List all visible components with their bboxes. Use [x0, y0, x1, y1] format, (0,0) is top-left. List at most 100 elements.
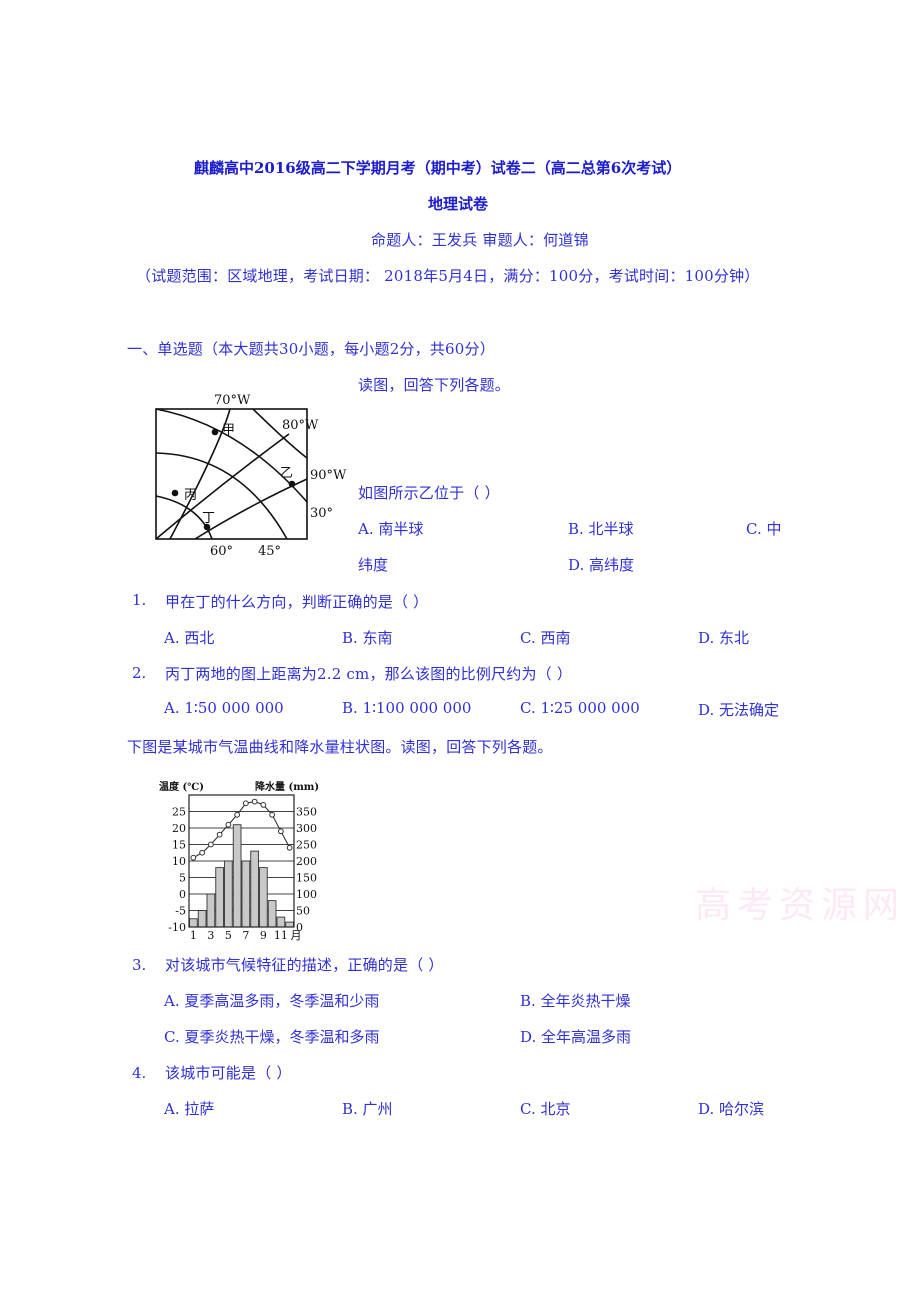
label-45: 45° — [258, 544, 281, 559]
q4-option-b[interactable]: B. 广州 — [342, 1098, 393, 1119]
x-tick-label: 7 — [242, 929, 249, 942]
precip-bar — [285, 921, 294, 928]
label-70w: 70°W — [214, 393, 251, 408]
y2-tick-label: 250 — [296, 839, 317, 852]
x-tick-label: 3 — [207, 929, 214, 942]
q0-option-c[interactable]: C. 中 — [746, 518, 781, 539]
q2-option-d[interactable]: D. 无法确定 — [698, 699, 779, 720]
q1-option-c[interactable]: C. 西南 — [520, 627, 570, 648]
q3-option-c[interactable]: C. 夏季炎热干燥，冬季温和多雨 — [164, 1026, 379, 1047]
temperature-point — [207, 841, 214, 848]
label-yi: 乙 — [280, 466, 293, 481]
precip-bar — [215, 867, 224, 928]
y-tick-label: 0 — [179, 888, 186, 901]
q1-option-a[interactable]: A. 西北 — [164, 627, 214, 648]
watermark: 高考资源网 — [695, 885, 906, 926]
y2-tick-label: 50 — [296, 905, 310, 918]
q3-option-b[interactable]: B. 全年炎热干燥 — [520, 990, 631, 1011]
latitude-line-outer — [252, 408, 308, 459]
x-tick-label: 11 — [274, 929, 288, 942]
section-heading: 一、单选题（本大题共30小题，每小题2分，共60分） — [127, 340, 495, 358]
exam-authors: 命题人：王发兵 审题人：何道锦 — [371, 231, 589, 249]
q2-option-c[interactable]: C. 1∶25 000 000 — [520, 699, 640, 717]
x-tick-label: 1 — [190, 929, 197, 942]
q0-option-a[interactable]: A. 南半球 — [358, 518, 423, 539]
q1-stem: 甲在丁的什么方向，判断正确的是（ ） — [165, 593, 429, 611]
q1-number: 1. — [132, 591, 147, 609]
temperature-point — [225, 821, 232, 828]
y2-tick-label: 100 — [296, 888, 317, 901]
q3-stem: 对该城市气候特征的描述，正确的是（ ） — [165, 956, 444, 974]
q2-number: 2. — [132, 664, 147, 682]
temperature-point — [286, 844, 293, 851]
q3-option-a[interactable]: A. 夏季高温多雨，冬季温和少雨 — [164, 990, 379, 1011]
x-tick-label: 月 — [291, 929, 302, 942]
latlon-grid-map: 70°W 80°W 90°W 30° 60° 45° 甲 乙 丙 丁 — [155, 393, 347, 559]
q0-option-c-cont: 纬度 — [358, 556, 389, 574]
chart-ylabel: 温度 (℃) — [159, 780, 204, 793]
temperature-point — [269, 811, 276, 818]
q4-option-d[interactable]: D. 哈尔滨 — [698, 1098, 764, 1119]
precip-bar — [267, 900, 277, 928]
precip-bar — [241, 860, 251, 928]
temperature-point — [190, 854, 197, 861]
precip-bar — [232, 824, 242, 928]
temperature-point — [242, 800, 249, 807]
precip-bar — [206, 893, 216, 928]
temperature-point — [234, 811, 241, 818]
q1-option-b[interactable]: B. 东南 — [342, 627, 393, 648]
q3-number: 3. — [132, 956, 147, 974]
q4-number: 4. — [132, 1064, 147, 1082]
exam-info: （试题范围：区域地理，考试日期： 2018年5月4日，满分：100分，考试时间：… — [136, 267, 760, 285]
temperature-point — [260, 802, 267, 808]
q4-option-c[interactable]: C. 北京 — [520, 1098, 570, 1119]
climate-chart: 温度 (℃) 降水量 (mm) 2520151050-5-10 35030025… — [159, 780, 319, 942]
precip-bar — [250, 850, 259, 928]
precip-bar — [259, 867, 268, 928]
q2-option-b[interactable]: B. 1∶100 000 000 — [342, 699, 471, 717]
precip-bar — [276, 916, 286, 928]
point-bing — [171, 489, 179, 497]
label-bing: 丙 — [184, 488, 197, 503]
temperature-point — [216, 831, 223, 838]
label-ding: 丁 — [202, 511, 215, 526]
q1-option-d[interactable]: D. 东北 — [698, 627, 749, 648]
precip-bar — [189, 918, 198, 928]
q0-option-d[interactable]: D. 高纬度 — [568, 554, 634, 575]
y2-tick-label: 350 — [296, 806, 317, 819]
q0-stem: 如图所示乙位于（ ） — [358, 484, 500, 502]
q2-stem: 丙丁两地的图上距离为2.2 cm，那么该图的比例尺约为（ ） — [165, 665, 573, 683]
meridian-90w — [194, 478, 308, 540]
point-jia — [211, 428, 219, 436]
label-30: 30° — [310, 506, 333, 521]
x-tick-label: 9 — [260, 929, 267, 942]
temperature-point — [199, 849, 206, 856]
y-tick-label: 10 — [172, 855, 186, 868]
group2-intro: 下图是某城市气温曲线和降水量柱状图。读图，回答下列各题。 — [127, 738, 553, 756]
q2-option-a[interactable]: A. 1∶50 000 000 — [164, 699, 284, 717]
precip-bar — [197, 910, 207, 928]
exam-title: 麒麟高中2016级高二下学期月考（期中考）试卷二（高二总第6次考试） — [194, 159, 682, 177]
y-tick-label: 5 — [179, 872, 186, 885]
group1-intro: 读图，回答下列各题。 — [358, 376, 511, 394]
y-tick-label: 25 — [172, 806, 186, 819]
temperature-point — [251, 798, 258, 805]
y2-tick-label: 300 — [296, 822, 317, 835]
exam-subject: 地理试卷 — [428, 195, 489, 213]
q4-option-a[interactable]: A. 拉萨 — [164, 1098, 214, 1119]
label-90w: 90°W — [310, 468, 347, 483]
x-tick-label: 5 — [225, 929, 232, 942]
label-80w: 80°W — [282, 418, 319, 433]
label-60: 60° — [210, 544, 233, 559]
temperature-point — [277, 828, 284, 835]
y2-tick-label: 200 — [296, 855, 317, 868]
q4-stem: 该城市可能是（ ） — [165, 1064, 292, 1082]
precip-bar — [224, 860, 233, 928]
q0-option-b[interactable]: B. 北半球 — [568, 518, 634, 539]
y-tick-label: 20 — [172, 822, 186, 835]
q3-option-d[interactable]: D. 全年高温多雨 — [520, 1026, 631, 1047]
point-yi — [288, 480, 296, 488]
y-tick-label: 15 — [172, 839, 186, 852]
y-tick-label: -5 — [175, 905, 186, 918]
y2-tick-label: 150 — [296, 872, 317, 885]
